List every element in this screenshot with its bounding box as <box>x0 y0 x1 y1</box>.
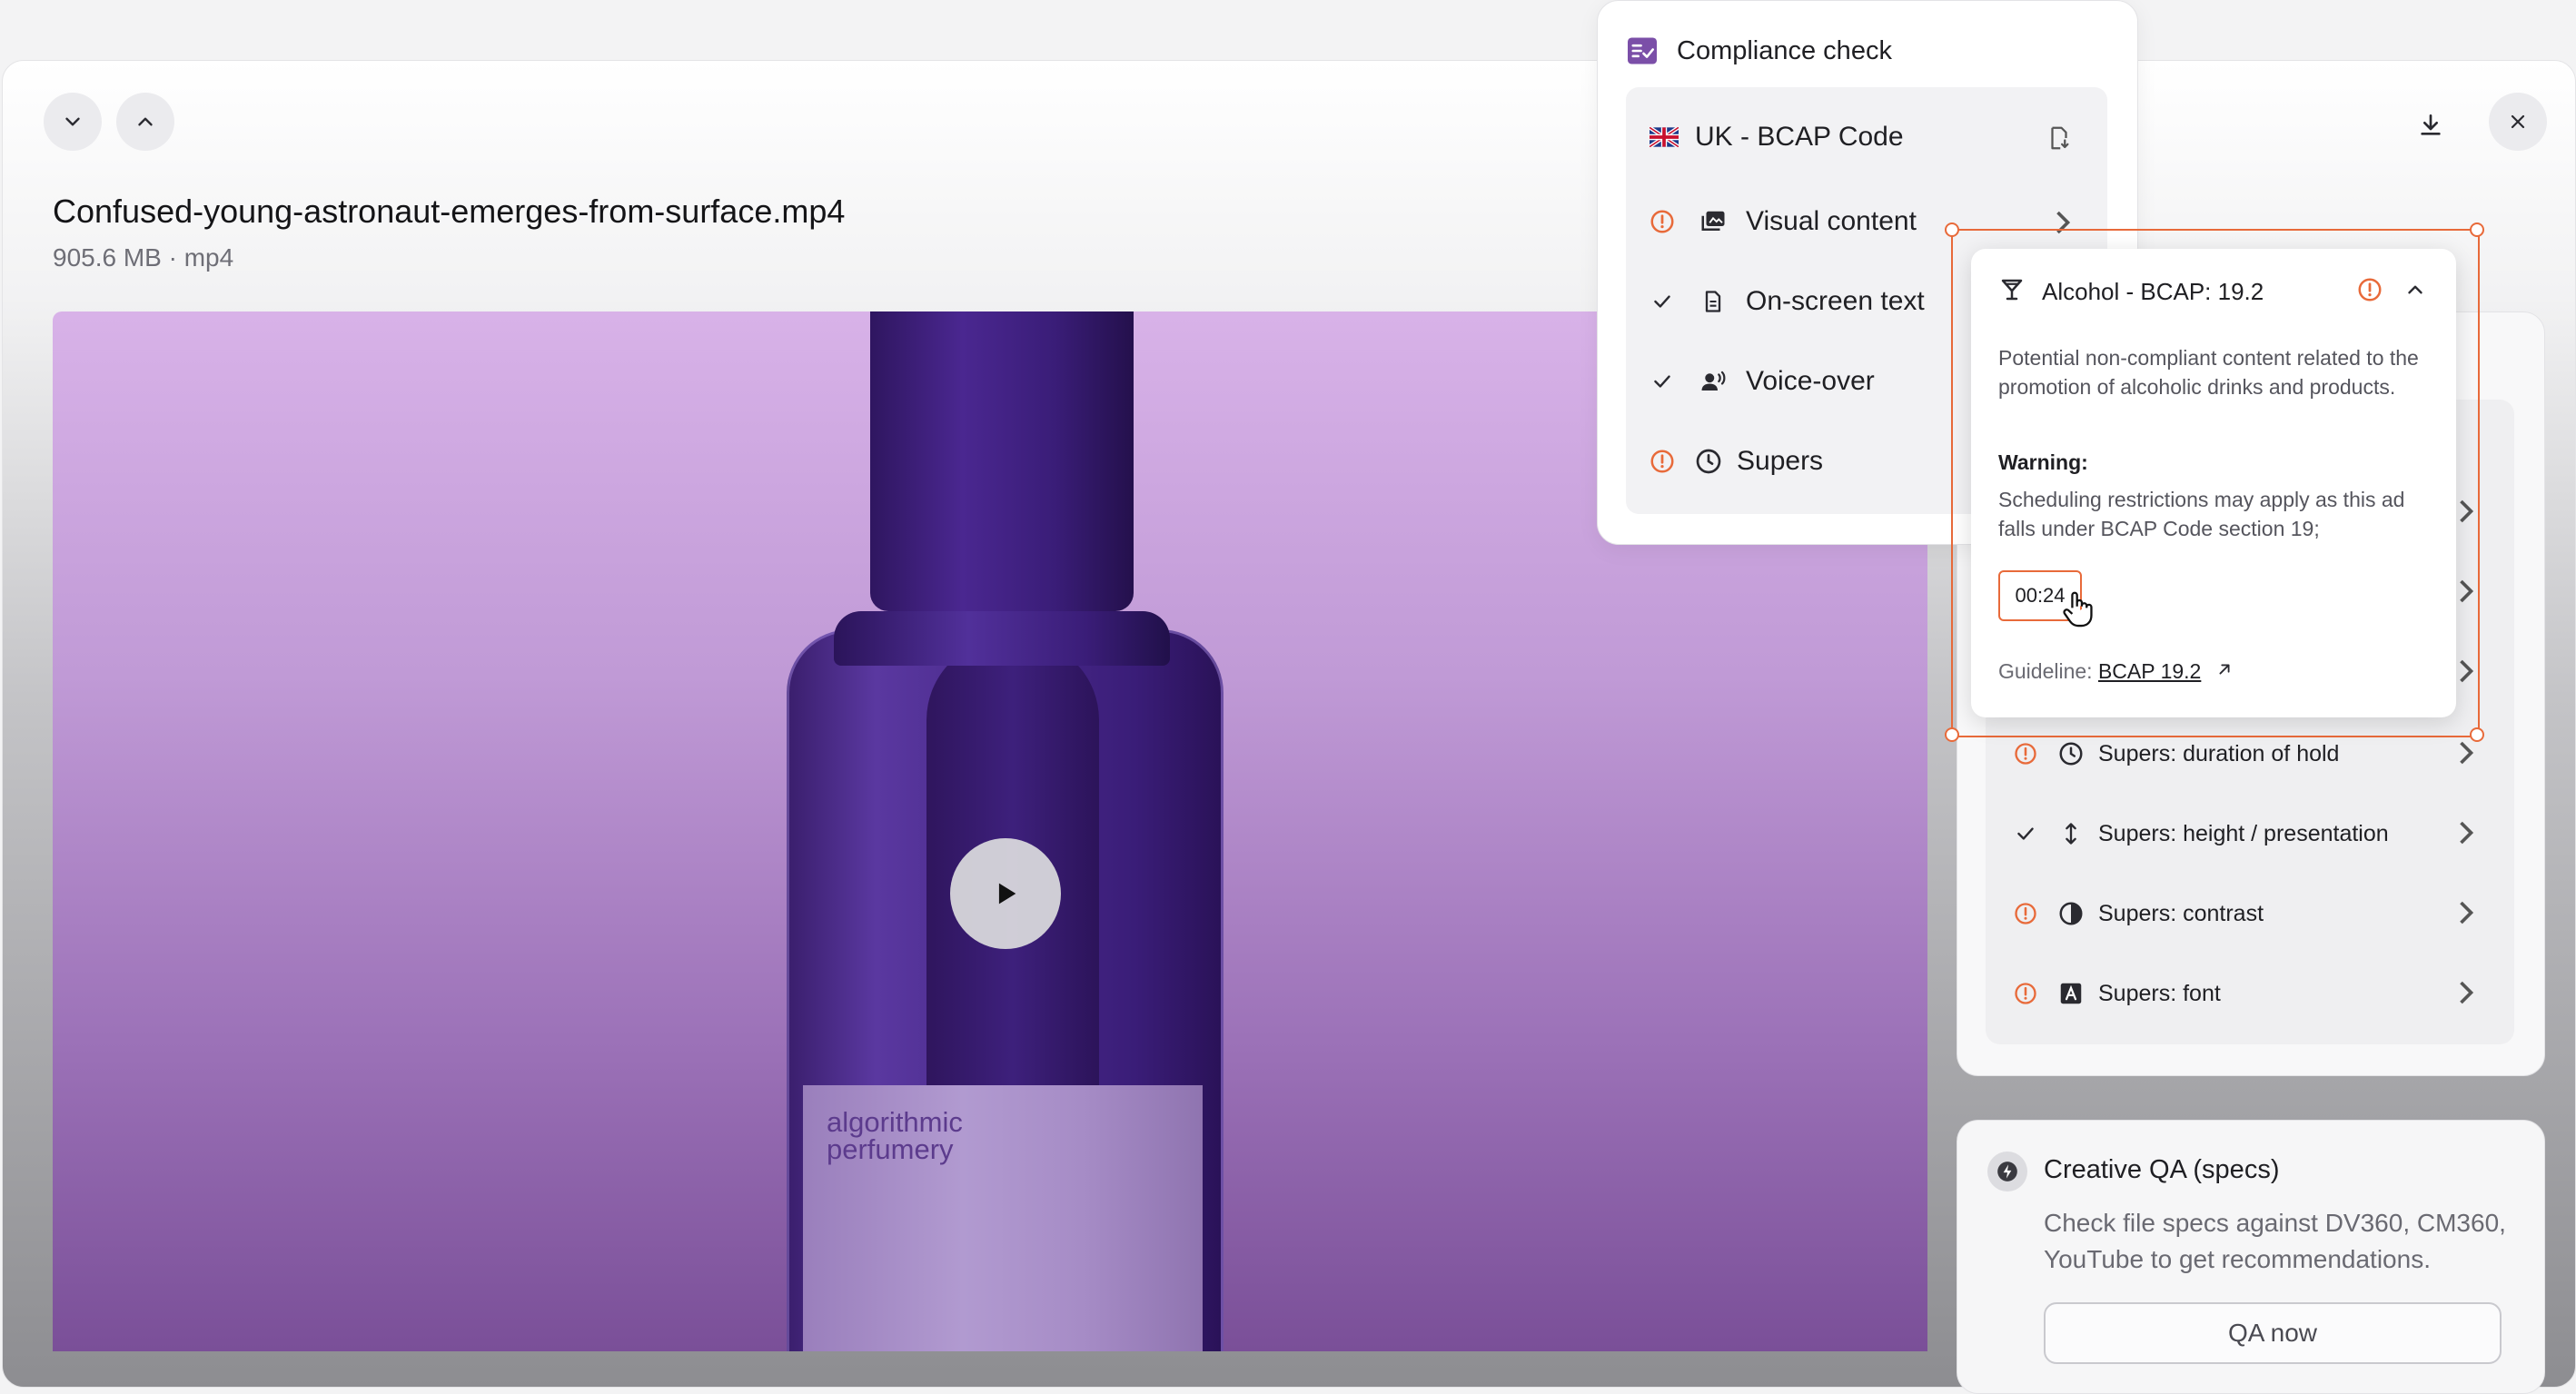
check-icon <box>2007 822 2044 845</box>
creative-qa-title: Creative QA (specs) <box>2044 1155 2280 1184</box>
file-meta: 905.6 MB · mp4 <box>53 243 234 272</box>
chevron-down-icon <box>65 117 80 126</box>
checklist-icon <box>1626 36 1659 70</box>
images-icon <box>1680 208 1746 235</box>
file-name: Confused-young-astronaut-emerges-from-su… <box>53 193 846 230</box>
play-icon <box>998 883 1016 905</box>
contrast-icon <box>2044 900 2098 927</box>
check-label: Supers: contrast <box>2098 900 2264 926</box>
compliance-check-title: Compliance check <box>1677 36 1892 65</box>
play-button[interactable] <box>950 838 1061 949</box>
compliance-row-label: Visual content <box>1746 206 1917 236</box>
next-file-button[interactable] <box>44 93 102 151</box>
qa-now-button[interactable]: QA now <box>2044 1302 2502 1364</box>
warning-icon <box>2007 901 2044 926</box>
close-button[interactable] <box>2489 93 2547 151</box>
chevron-right-icon[interactable] <box>2456 979 2476 1011</box>
resize-handle[interactable] <box>2470 727 2484 742</box>
collapse-button[interactable] <box>2403 278 2427 306</box>
clock-icon <box>1680 447 1737 476</box>
warning-icon <box>1644 208 1680 235</box>
check-icon <box>1644 370 1680 393</box>
warning-icon <box>2356 276 2383 308</box>
chevron-up-icon <box>2408 285 2422 294</box>
resize-handle[interactable] <box>1945 727 1959 742</box>
check-label: Supers: font <box>2098 980 2221 1006</box>
chevron-up-icon <box>138 117 153 126</box>
resize-handle[interactable] <box>1945 222 1959 237</box>
check-item-supers-font[interactable]: Supers: font <box>2007 966 2480 1021</box>
download-icon <box>2421 114 2441 135</box>
issue-description: Potential non-compliant content related … <box>1998 346 2419 399</box>
check-label: Supers: height / presentation <box>2098 820 2389 846</box>
compliance-row-label: On-screen text <box>1746 286 1925 316</box>
warning-icon <box>2007 741 2044 766</box>
guideline-label: Guideline: <box>1998 659 2093 683</box>
download-button[interactable] <box>2409 104 2452 147</box>
warning-icon <box>2007 981 2044 1006</box>
export-report-icon[interactable] <box>2046 124 2073 157</box>
height-arrows-icon <box>2044 820 2098 847</box>
cocktail-glass-icon <box>1998 276 2026 308</box>
resize-handle[interactable] <box>2470 222 2484 237</box>
compliance-row-label: Supers <box>1737 446 1824 476</box>
clock-icon <box>2044 740 2098 767</box>
bottle-collar <box>834 611 1170 666</box>
creative-qa-description: Check file specs against DV360, CM360, Y… <box>2044 1209 2506 1273</box>
lightning-icon <box>1987 1152 2027 1191</box>
bottle-label-text: algorithmic perfumery <box>827 1106 963 1165</box>
issue-title: Alcohol - BCAP: 19.2 <box>2042 278 2264 305</box>
chevron-right-icon[interactable] <box>2456 739 2476 771</box>
issue-detail-popover <box>1971 249 2456 717</box>
close-icon <box>2511 114 2525 129</box>
external-link-icon[interactable] <box>2214 659 2234 684</box>
chevron-right-icon[interactable] <box>2456 819 2476 851</box>
bottle-pump <box>870 311 1134 611</box>
guideline: Guideline: BCAP 19.2 <box>1998 659 2201 684</box>
compliance-row-label: Voice-over <box>1746 366 1875 396</box>
voice-icon <box>1680 368 1746 395</box>
guideline-link[interactable]: BCAP 19.2 <box>2098 659 2201 683</box>
warning-label: Warning: <box>1998 450 2088 474</box>
check-icon <box>1644 290 1680 313</box>
previous-file-button[interactable] <box>116 93 174 151</box>
check-label: Supers: duration of hold <box>2098 740 2340 766</box>
warning-text: Scheduling restrictions may apply as thi… <box>1998 488 2405 540</box>
uk-flag-icon <box>1648 125 1680 152</box>
font-icon <box>2044 980 2098 1007</box>
chevron-right-icon[interactable] <box>2456 899 2476 931</box>
document-icon <box>1680 287 1746 316</box>
check-item-supers-height[interactable]: Supers: height / presentation <box>2007 806 2480 861</box>
hand-cursor-icon <box>2060 588 2096 635</box>
warning-icon <box>1644 448 1680 475</box>
compliance-code-name: UK - BCAP Code <box>1695 122 1904 152</box>
check-item-supers-contrast[interactable]: Supers: contrast <box>2007 886 2480 941</box>
